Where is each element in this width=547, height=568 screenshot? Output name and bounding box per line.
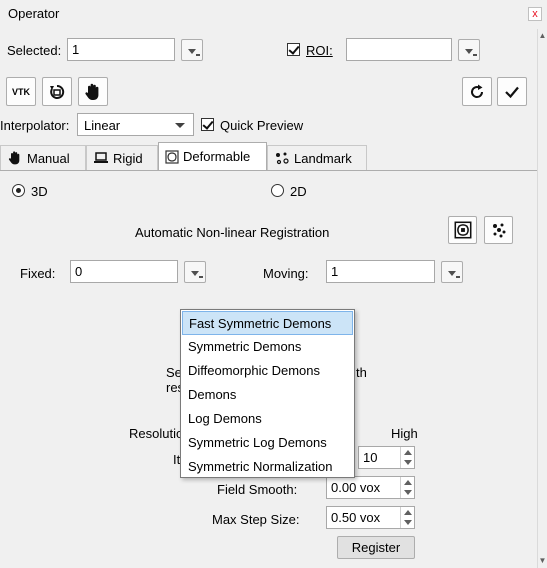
scroll-up-icon[interactable]: ▲ (538, 30, 547, 42)
selected-field[interactable]: 1 (67, 38, 175, 61)
roi-dropdown-button[interactable] (458, 39, 480, 61)
quick-preview-checkbox[interactable] (201, 118, 214, 131)
scroll-down-icon[interactable]: ▼ (538, 555, 547, 567)
dropdown-item[interactable]: Diffeomorphic Demons (182, 359, 353, 383)
chevron-down-icon (188, 49, 196, 54)
dropdown-item[interactable]: Symmetric Log Demons (182, 431, 353, 455)
chevron-down-icon (191, 271, 199, 276)
dropdown-item[interactable]: Fast Symmetric Demons (182, 311, 353, 335)
chevron-down-icon (448, 271, 456, 276)
tab-manual-label: Manual (27, 150, 70, 166)
deform-icon (165, 149, 179, 164)
laptop-icon (94, 152, 108, 163)
pan-button[interactable] (78, 77, 108, 106)
deform-icon (454, 221, 471, 239)
spin-up-icon[interactable] (404, 480, 412, 485)
occluded-text-3: th (356, 365, 367, 380)
roi-field[interactable] (346, 38, 452, 61)
dots-icon (492, 223, 505, 238)
dropdown-item[interactable]: Symmetric Demons (182, 335, 353, 359)
field-smooth-value: 0.00 vox (331, 480, 381, 495)
iterations-spinbox[interactable]: 10 (358, 446, 415, 469)
title-bar (0, 0, 547, 29)
reset-transform-button[interactable] (42, 77, 72, 106)
resolution-label: Resolutio (129, 426, 184, 441)
mode-2d-label: 2D (290, 184, 307, 199)
moving-label: Moving: (263, 266, 309, 281)
mode-3d-label: 3D (31, 184, 48, 199)
max-step-label: Max Step Size: (212, 512, 300, 527)
selected-label: Selected: (7, 43, 62, 58)
field-smooth-spinbox[interactable]: 0.00 vox (326, 476, 415, 499)
fixed-dropdown-button[interactable] (184, 261, 206, 283)
tab-landmark[interactable]: Landmark (267, 145, 367, 170)
spin-up-icon[interactable] (404, 450, 412, 455)
dropdown-item[interactable]: Symmetric Normalization (182, 455, 353, 479)
mode-3d-radio[interactable] (12, 184, 25, 197)
max-step-spinbox[interactable]: 0.50 vox (326, 506, 415, 529)
roi-checkbox[interactable] (287, 43, 300, 56)
landmark-points-button[interactable] (484, 216, 513, 244)
landmark-icon (276, 152, 289, 165)
vtk-button[interactable]: VTK (6, 77, 36, 106)
algorithm-dropdown-list: Fast Symmetric Demons Symmetric Demons D… (180, 309, 355, 478)
check-icon (505, 86, 519, 98)
moving-dropdown-button[interactable] (441, 261, 463, 283)
hand-icon (85, 83, 99, 100)
iterations-value: 10 (363, 450, 378, 465)
dropdown-item[interactable]: Demons (182, 383, 353, 407)
interpolator-select[interactable]: Linear (77, 113, 194, 136)
spin-down-icon[interactable] (404, 490, 412, 495)
tab-deformable-label: Deformable (183, 149, 251, 164)
tab-manual[interactable]: Manual (0, 145, 86, 170)
spin-down-icon[interactable] (404, 460, 412, 465)
registration-heading: Automatic Non-linear Registration (135, 225, 330, 240)
selected-dropdown-button[interactable] (181, 39, 203, 61)
resolution-high-label: High (391, 426, 418, 441)
refresh-button[interactable] (462, 77, 492, 106)
quick-preview-label: Quick Preview (220, 118, 304, 133)
max-step-value: 0.50 vox (331, 510, 381, 525)
spin-up-icon[interactable] (404, 510, 412, 515)
register-button[interactable]: Register (337, 536, 415, 559)
refresh-icon (471, 84, 484, 98)
window-title: Operator (8, 6, 60, 21)
hand-icon (8, 151, 20, 165)
field-smooth-label: Field Smooth: (217, 482, 298, 497)
tab-rigid-label: Rigid (113, 150, 143, 166)
chevron-down-icon (175, 123, 185, 128)
spin-down-icon[interactable] (404, 520, 412, 525)
chevron-down-icon (465, 49, 473, 54)
mode-2d-radio[interactable] (271, 184, 284, 197)
moving-field[interactable]: 1 (326, 260, 435, 283)
vtk-icon: VTK (12, 86, 30, 97)
tab-deformable[interactable]: Deformable (158, 142, 267, 170)
tab-landmark-label: Landmark (294, 150, 352, 166)
vertical-scrollbar[interactable] (537, 29, 547, 568)
deform-preview-button[interactable] (448, 216, 477, 244)
rotate-reset-icon (50, 84, 65, 99)
fixed-label: Fixed: (20, 266, 56, 281)
apply-button[interactable] (497, 77, 527, 106)
dropdown-item[interactable]: Log Demons (182, 407, 353, 431)
roi-label: ROI: (306, 43, 333, 58)
fixed-field[interactable]: 0 (70, 260, 178, 283)
tab-rigid[interactable]: Rigid (86, 145, 158, 170)
close-button[interactable]: x (528, 7, 542, 21)
interpolator-label: Interpolator: (0, 118, 70, 133)
interpolator-value: Linear (84, 118, 121, 133)
